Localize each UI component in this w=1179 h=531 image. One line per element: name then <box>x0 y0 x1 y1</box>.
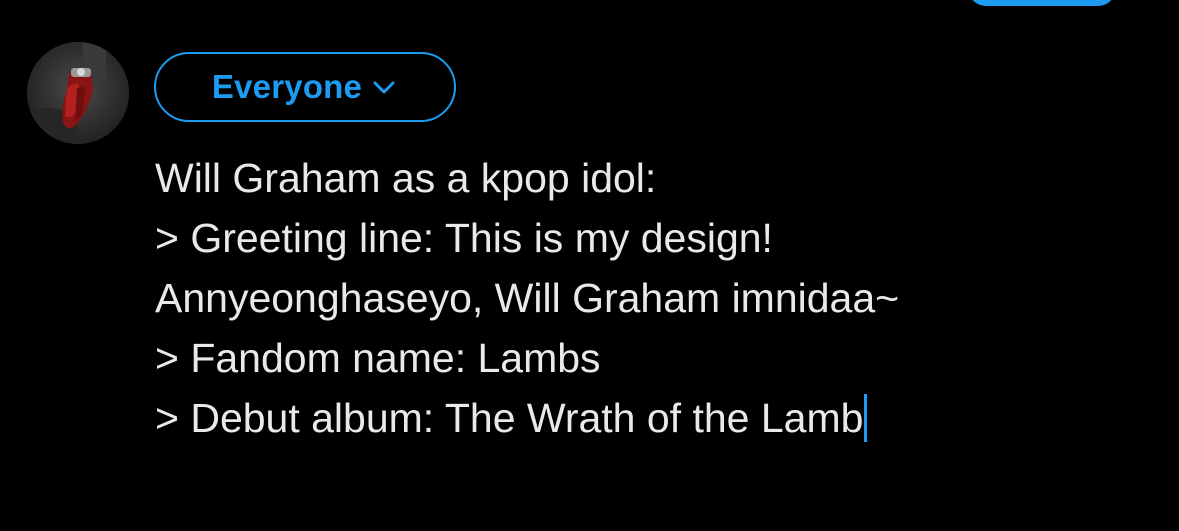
post-text-line: Annyeonghaseyo, Will Graham imnidaa~ <box>155 275 900 321</box>
post-text-area[interactable]: Will Graham as a kpop idol: > Greeting l… <box>155 148 1155 448</box>
post-text-line: > Debut album: The Wrath of the Lamb <box>155 395 864 441</box>
post-text-line: > Fandom name: Lambs <box>155 335 601 381</box>
audience-selector-button[interactable]: Everyone <box>154 52 456 122</box>
post-text-line-last: > Debut album: The Wrath of the Lamb <box>155 388 1155 448</box>
text-caret <box>864 394 868 442</box>
audience-label: Everyone <box>211 68 363 105</box>
post-text-line: Will Graham as a kpop idol: <box>155 155 657 201</box>
avatar[interactable] <box>27 42 129 144</box>
avatar-image <box>27 42 129 144</box>
chevron-down-icon <box>370 73 398 101</box>
post-button[interactable] <box>968 0 1116 6</box>
post-text-line: > Greeting line: This is my design! <box>155 215 785 261</box>
